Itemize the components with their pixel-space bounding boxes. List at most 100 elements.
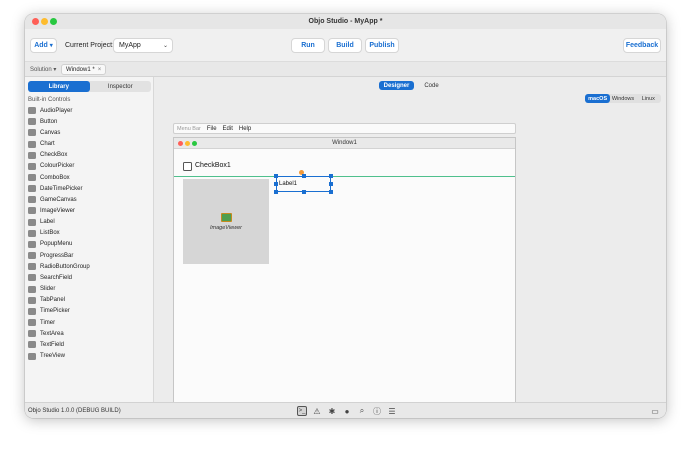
list-item[interactable]: Button: [28, 116, 152, 127]
minimize-icon: [185, 141, 190, 146]
feedback-button[interactable]: Feedback: [623, 38, 661, 53]
resize-handle[interactable]: [274, 182, 278, 186]
current-project-label: Current Project:: [65, 42, 115, 49]
title-bar: Objo Studio - MyApp *: [25, 14, 666, 29]
list-item-label: ColourPicker: [40, 163, 75, 170]
progressbar-icon: [28, 252, 36, 260]
sidebar: Library Inspector Built-in Controls Audi…: [25, 77, 154, 402]
resize-handle[interactable]: [274, 190, 278, 194]
list-item-label: Chart: [40, 141, 55, 148]
imageviewer-control[interactable]: ImageViewer: [183, 179, 269, 264]
status-bar: Objo Studio 1.0.0 (DEBUG BUILD) >_ ⚠ ✱ ●…: [25, 402, 666, 418]
checkbox-icon: [28, 151, 36, 159]
list-item-label: GameCanvas: [40, 196, 77, 203]
label-control-selected[interactable]: Label1: [274, 174, 333, 194]
tab-macos[interactable]: macOS: [585, 94, 611, 103]
tab-inspector[interactable]: Inspector: [90, 81, 152, 92]
document-tab-bar: Solution ▾ Window1 * ×: [25, 62, 666, 77]
tab-library[interactable]: Library: [28, 81, 90, 92]
list-item[interactable]: Label: [28, 217, 152, 228]
info-icon[interactable]: ⓘ: [372, 406, 382, 416]
section-header: Built-in Controls: [28, 97, 71, 103]
bug-icon[interactable]: ✱: [327, 406, 337, 416]
list-item[interactable]: Chart: [28, 138, 152, 149]
searchfield-icon: [28, 274, 36, 282]
chevron-down-icon: ⌄: [162, 43, 168, 49]
imageviewer-label: ImageViewer: [210, 224, 242, 231]
list-item[interactable]: TreeView: [28, 350, 152, 361]
tab-code[interactable]: Code: [414, 81, 449, 90]
project-select-value: MyApp: [119, 42, 141, 49]
list-item[interactable]: TextArea: [28, 328, 152, 339]
warning-icon[interactable]: ⚠: [312, 406, 322, 416]
design-window[interactable]: Window1 CheckBox1 ImageViewer Label1: [173, 137, 516, 406]
list-item[interactable]: Slider: [28, 284, 152, 295]
menu-item-help[interactable]: Help: [239, 126, 251, 132]
solution-dropdown[interactable]: Solution ▾: [30, 66, 56, 73]
radiobuttongroup-icon: [28, 263, 36, 271]
image-icon: [220, 212, 232, 222]
resize-handle[interactable]: [274, 174, 278, 178]
checkbox-control[interactable]: [183, 162, 192, 171]
list-item[interactable]: TextField: [28, 339, 152, 350]
list-item-label: ProgressBar: [40, 252, 74, 259]
sidebar-segmented-control: Library Inspector: [28, 81, 151, 92]
list-item[interactable]: ListBox: [28, 228, 152, 239]
list-icon[interactable]: ☰: [387, 406, 397, 416]
design-canvas[interactable]: CheckBox1 ImageViewer Label1: [174, 149, 515, 405]
datetimepicker-icon: [28, 185, 36, 193]
imageviewer-icon: [28, 207, 36, 215]
resize-handle[interactable]: [329, 182, 333, 186]
list-item-label: Timer: [40, 319, 56, 326]
list-item[interactable]: ComboBox: [28, 172, 152, 183]
chevron-down-icon: ▾: [49, 43, 53, 49]
publish-button[interactable]: Publish: [365, 38, 399, 53]
menu-bar-designer[interactable]: Menu Bar File Edit Help: [173, 123, 516, 134]
list-item[interactable]: TimePicker: [28, 306, 152, 317]
tab-windows[interactable]: Windows: [610, 94, 635, 103]
close-window-button[interactable]: [32, 18, 39, 25]
menu-item-edit[interactable]: Edit: [223, 126, 233, 132]
list-item[interactable]: Timer: [28, 317, 152, 328]
design-window-titlebar: Window1: [174, 138, 515, 149]
timer-icon: [28, 319, 36, 327]
list-item[interactable]: ProgressBar: [28, 250, 152, 261]
list-item[interactable]: ColourPicker: [28, 161, 152, 172]
add-button[interactable]: Add ▾: [30, 38, 57, 53]
terminal-icon[interactable]: >_: [297, 406, 307, 416]
list-item[interactable]: Canvas: [28, 127, 152, 138]
list-item-label: Label: [40, 219, 55, 226]
checkbox-label[interactable]: CheckBox1: [195, 162, 231, 169]
maximize-window-button[interactable]: [50, 18, 57, 25]
run-button[interactable]: Run: [291, 38, 325, 53]
record-icon[interactable]: ●: [342, 406, 352, 416]
build-button[interactable]: Build: [328, 38, 362, 53]
list-item[interactable]: PopupMenu: [28, 239, 152, 250]
resize-handle[interactable]: [302, 174, 306, 178]
list-item[interactable]: ImageViewer: [28, 205, 152, 216]
tab-window1[interactable]: Window1 * ×: [61, 64, 107, 75]
list-item[interactable]: GameCanvas: [28, 194, 152, 205]
chat-icon[interactable]: ▭: [650, 406, 660, 416]
list-item[interactable]: SearchField: [28, 272, 152, 283]
search-icon[interactable]: ⌕: [357, 406, 367, 416]
resize-handle[interactable]: [329, 174, 333, 178]
list-item[interactable]: TabPanel: [28, 295, 152, 306]
tab-designer[interactable]: Designer: [379, 81, 414, 90]
list-item[interactable]: CheckBox: [28, 150, 152, 161]
resize-handle[interactable]: [329, 190, 333, 194]
list-item-label: TimePicker: [40, 308, 70, 315]
minimize-window-button[interactable]: [41, 18, 48, 25]
list-item-label: ImageViewer: [40, 207, 75, 214]
resize-handle[interactable]: [302, 190, 306, 194]
list-item-label: CheckBox: [40, 152, 68, 159]
window-title: Objo Studio - MyApp *: [308, 18, 383, 25]
list-item[interactable]: AudioPlayer: [28, 105, 152, 116]
close-icon[interactable]: ×: [98, 67, 102, 73]
project-select[interactable]: MyApp ⌄: [113, 38, 173, 53]
list-item[interactable]: DateTimePicker: [28, 183, 152, 194]
tab-linux[interactable]: Linux: [636, 94, 661, 103]
list-item[interactable]: RadioButtonGroup: [28, 261, 152, 272]
menu-item-file[interactable]: File: [207, 126, 217, 132]
list-item-label: PopupMenu: [40, 241, 73, 248]
